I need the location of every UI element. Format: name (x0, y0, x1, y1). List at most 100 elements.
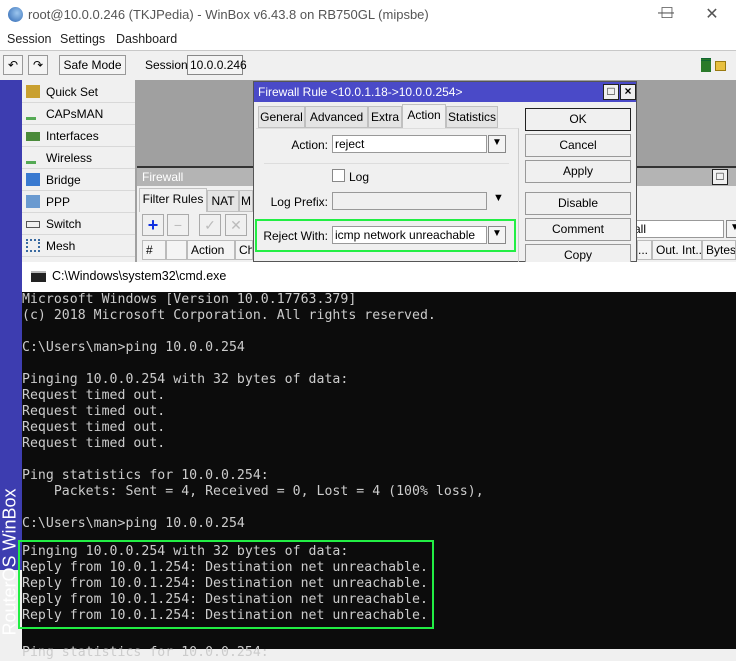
cmd-icon (31, 271, 46, 282)
sidebar-item-label: PPP (46, 195, 71, 209)
sidebar-item-mesh[interactable]: Mesh (22, 235, 135, 257)
menu-dashboard[interactable]: Dashboard (116, 32, 177, 46)
menu-session[interactable]: Session (7, 32, 51, 46)
winbox-logo-icon (8, 7, 23, 22)
close-button[interactable]: ✕ (697, 4, 727, 24)
ok-button[interactable]: OK (525, 108, 631, 131)
tab-general[interactable]: General (258, 106, 305, 128)
reject-with-dropdown-icon[interactable]: ▼ (488, 226, 506, 244)
sidebar-item-label: Wireless (46, 151, 93, 165)
tab-advanced[interactable]: Advanced (305, 106, 368, 128)
tab-nat[interactable]: NAT (207, 190, 239, 212)
log-prefix-field[interactable] (332, 192, 487, 210)
filter-dropdown-icon[interactable]: ▼ (726, 220, 736, 238)
filter-select[interactable]: all (631, 220, 724, 238)
column-action[interactable]: Action (187, 240, 235, 260)
sidebar-item-quick-set[interactable]: Quick Set (22, 81, 135, 103)
log-label: Log (349, 170, 370, 184)
column-bytes[interactable]: Bytes (702, 240, 736, 260)
column-out-interface[interactable]: Out. Int... (652, 240, 702, 260)
console-line: C:\Users\man>ping 10.0.0.254 (22, 516, 245, 531)
ppp-icon (26, 195, 40, 208)
toolbar: ↶ ↷ Safe Mode Session: 10.0.0.246 (0, 50, 736, 78)
column-flag[interactable] (166, 240, 187, 260)
session-label: Session: (145, 58, 192, 72)
console-line: Packets: Sent = 4, Received = 0, Lost = … (22, 484, 484, 499)
sidebar-item-switch[interactable]: Switch (22, 213, 135, 235)
action-select[interactable]: reject (332, 135, 487, 153)
maximize-icon[interactable]: □ (603, 84, 619, 100)
console-line: Reply from 10.0.1.254: Destination net u… (22, 576, 428, 591)
column-number[interactable]: # (142, 240, 166, 260)
window-title: root@10.0.0.246 (TKJPedia) - WinBox v6.4… (28, 7, 429, 22)
antenna-icon (26, 107, 36, 120)
session-field[interactable]: 10.0.0.246 (187, 55, 247, 75)
sidebar-item-label: Interfaces (46, 129, 99, 143)
winbox-titlebar: root@10.0.0.246 (TKJPedia) - WinBox v6.4… (0, 0, 736, 30)
sidebar-item-capsman[interactable]: CAPsMAN (22, 103, 135, 125)
log-prefix-dropdown-icon[interactable]: ▼ (493, 192, 504, 204)
console-line: Request timed out. (22, 388, 166, 403)
sidebar-item-label: Quick Set (46, 85, 99, 99)
menu-settings[interactable]: Settings (60, 32, 105, 46)
disable-icon[interactable]: ✕ (225, 214, 247, 236)
antenna-icon (26, 151, 36, 164)
maximize-button[interactable]: ☐ (652, 4, 682, 24)
console-line: Ping statistics for 10.0.0.254: (22, 468, 269, 483)
disable-button[interactable]: Disable (525, 192, 631, 215)
sidebar-item-wireless[interactable]: Wireless (22, 147, 135, 169)
sidebar: Quick Set CAPsMAN Interfaces Wireless Br… (22, 80, 135, 262)
tab-extra[interactable]: Extra (368, 106, 402, 128)
console-output[interactable]: Microsoft Windows [Version 10.0.17763.37… (18, 292, 736, 661)
sidebar-item-bridge[interactable]: Bridge (22, 169, 135, 191)
remove-icon[interactable]: − (167, 214, 189, 236)
sidebar-item-label: CAPsMAN (46, 107, 104, 121)
undo-button[interactable]: ↶ (3, 55, 23, 75)
safe-mode-button[interactable]: Safe Mode (59, 55, 126, 75)
reject-with-select[interactable]: icmp network unreachable (332, 226, 487, 244)
console-line: Request timed out. (22, 436, 166, 451)
tab-statistics[interactable]: Statistics (446, 106, 498, 128)
console-line: Ping statistics for 10.0.0.254: (22, 645, 269, 660)
tab-action[interactable]: Action (402, 104, 446, 128)
close-icon[interactable]: × (620, 84, 636, 100)
action-label: Action: (291, 138, 328, 152)
sidebar-item-label: Bridge (46, 173, 81, 187)
tab-mangle[interactable]: M (239, 190, 253, 212)
sidebar-item-label: Switch (46, 217, 82, 231)
tab-filter-rules[interactable]: Filter Rules (139, 188, 207, 212)
apply-button[interactable]: Apply (525, 160, 631, 183)
cmd-title: C:\Windows\system32\cmd.exe (52, 269, 227, 283)
console-line: Reply from 10.0.1.254: Destination net u… (22, 560, 428, 575)
console-line: Request timed out. (22, 404, 166, 419)
divider (264, 163, 509, 164)
dialog-title: Firewall Rule <10.0.1.18->10.0.0.254> (254, 82, 636, 102)
log-checkbox[interactable] (332, 169, 345, 182)
switch-icon (26, 221, 40, 228)
redo-button[interactable]: ↷ (28, 55, 48, 75)
console-line: C:\Users\man>ping 10.0.0.254 (22, 340, 245, 355)
console-line: Reply from 10.0.1.254: Destination net u… (22, 608, 428, 623)
cancel-button[interactable]: Cancel (525, 134, 631, 157)
reject-with-label: Reject With: (263, 229, 328, 243)
sidebar-item-ppp[interactable]: PPP (22, 191, 135, 213)
column-in-interface[interactable]: ... (637, 240, 652, 260)
column-chain[interactable]: Ch (235, 240, 253, 260)
log-prefix-label: Log Prefix: (270, 195, 328, 209)
action-dropdown-icon[interactable]: ▼ (488, 135, 506, 153)
add-icon[interactable]: + (142, 214, 164, 236)
bridge-icon (26, 173, 40, 186)
console-line: Request timed out. (22, 420, 166, 435)
enable-icon[interactable]: ✓ (199, 214, 221, 236)
cmd-window: C:\Windows\system32\cmd.exe Microsoft Wi… (18, 262, 736, 660)
maximize-icon[interactable]: □ (712, 169, 728, 185)
sidebar-item-interfaces[interactable]: Interfaces (22, 125, 135, 147)
cmd-titlebar: C:\Windows\system32\cmd.exe (22, 262, 736, 292)
comment-button[interactable]: Comment (525, 218, 631, 241)
lock-icon (715, 61, 726, 71)
menu-bar: Session Settings Dashboard (0, 30, 736, 50)
winbox-side-strip: RouterOS WinBox (0, 80, 22, 636)
firewall-rule-dialog: Firewall Rule <10.0.1.18->10.0.0.254> □ … (253, 81, 637, 267)
